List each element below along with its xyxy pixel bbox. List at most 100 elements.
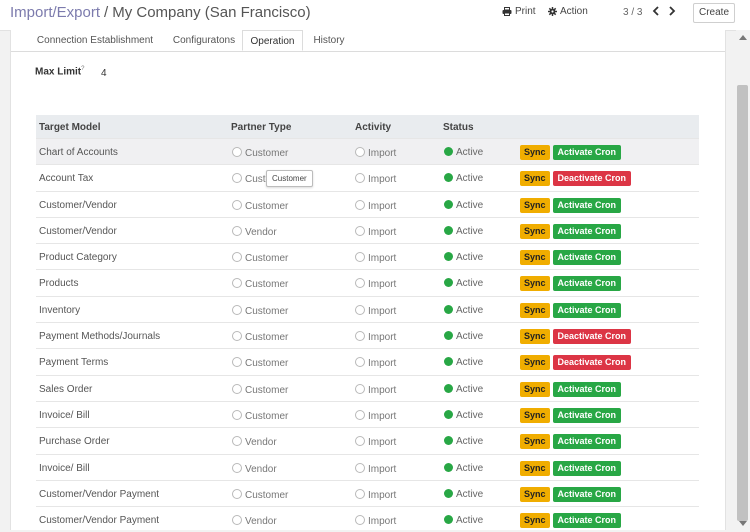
radio-icon[interactable] xyxy=(355,225,365,236)
activity-cell[interactable]: Import xyxy=(355,304,396,317)
sync-button[interactable]: Sync xyxy=(520,197,550,213)
table-row[interactable]: Purchase Order Vendor Import Active Sync Acti… xyxy=(36,427,699,453)
partner-type-cell[interactable]: Customer xyxy=(232,252,288,264)
activate-cron-button[interactable]: Activate Cron xyxy=(552,276,622,292)
radio-icon[interactable] xyxy=(355,515,365,526)
sync-button[interactable]: Sync xyxy=(520,302,550,318)
radio-icon[interactable] xyxy=(232,199,242,210)
table-row[interactable]: Product Category Customer Import Active Sync… xyxy=(36,243,699,269)
radio-icon[interactable] xyxy=(232,462,242,473)
radio-icon[interactable] xyxy=(232,488,242,499)
radio-icon[interactable] xyxy=(355,147,365,157)
column-header-activity[interactable]: Activity xyxy=(355,122,391,133)
activity-cell[interactable]: Import xyxy=(355,357,396,369)
action-button[interactable]: Action xyxy=(548,6,588,17)
table-row[interactable]: Customer/Vendor Vendor Import Active Sync Act… xyxy=(36,216,699,243)
partner-type-cell[interactable]: Customer xyxy=(232,304,288,317)
deactivate-cron-button[interactable]: Deactivate Cron xyxy=(552,329,632,345)
partner-type-cell[interactable]: Customer xyxy=(232,488,288,501)
table-row[interactable]: Products Customer Import Active Sync Activate… xyxy=(36,269,699,295)
tab-connection-establishment[interactable]: Connection Establishment xyxy=(34,30,156,51)
table-row[interactable]: Payment Terms Customer Import Active Sync Dea… xyxy=(36,348,699,374)
radio-icon[interactable] xyxy=(232,383,242,394)
partner-type-cell[interactable]: Customer xyxy=(232,357,288,369)
activate-cron-button[interactable]: Activate Cron xyxy=(552,223,622,239)
activity-cell[interactable]: Import xyxy=(355,147,396,159)
activate-cron-button[interactable]: Activate Cron xyxy=(552,407,622,423)
sync-button[interactable]: Sync xyxy=(520,223,550,239)
help-icon[interactable]: ? xyxy=(81,66,84,72)
radio-icon[interactable] xyxy=(232,225,242,236)
radio-icon[interactable] xyxy=(355,199,365,210)
activity-cell[interactable]: Import xyxy=(355,436,396,448)
sync-button[interactable]: Sync xyxy=(520,171,550,187)
partner-type-cell[interactable]: Vendor xyxy=(232,515,277,527)
radio-icon[interactable] xyxy=(355,278,365,289)
activity-cell[interactable]: Import xyxy=(355,409,396,422)
table-row[interactable]: Invoice/ Bill Vendor Import Active Sync Activ… xyxy=(36,453,699,480)
activate-cron-button[interactable]: Activate Cron xyxy=(552,486,622,502)
breadcrumb-parent-link[interactable]: Import/Export xyxy=(10,4,100,21)
activity-cell[interactable]: Import xyxy=(355,515,396,527)
table-row[interactable]: Customer/Vendor Payment Vendor Import Activ… xyxy=(36,506,699,532)
radio-icon[interactable] xyxy=(355,304,365,315)
sync-button[interactable]: Sync xyxy=(520,407,550,423)
column-header-partner-type[interactable]: Partner Type xyxy=(231,122,291,133)
scrollbar-thumb[interactable] xyxy=(737,85,748,521)
pager-value[interactable]: 3 / 3 xyxy=(623,7,642,18)
sync-button[interactable]: Sync xyxy=(520,145,550,160)
sync-button[interactable]: Sync xyxy=(520,250,550,266)
radio-icon[interactable] xyxy=(355,173,365,184)
pager-next-button[interactable] xyxy=(668,4,676,19)
activity-cell[interactable]: Import xyxy=(355,488,396,501)
radio-icon[interactable] xyxy=(355,436,365,447)
radio-icon[interactable] xyxy=(355,252,365,263)
radio-icon[interactable] xyxy=(232,409,242,420)
tab-operation[interactable]: Operation xyxy=(242,30,303,51)
activate-cron-button[interactable]: Activate Cron xyxy=(552,513,622,529)
activity-cell[interactable]: Import xyxy=(355,173,396,185)
sync-button[interactable]: Sync xyxy=(520,381,550,397)
radio-icon[interactable] xyxy=(232,436,242,447)
radio-icon[interactable] xyxy=(232,252,242,263)
activity-cell[interactable]: Import xyxy=(355,225,396,238)
sync-button[interactable]: Sync xyxy=(520,329,550,345)
radio-icon[interactable] xyxy=(355,357,365,368)
partner-type-cell[interactable]: Customer xyxy=(232,278,288,290)
table-row[interactable]: Customer/Vendor Customer Import Active Sync A… xyxy=(36,190,699,217)
deactivate-cron-button[interactable]: Deactivate Cron xyxy=(552,171,632,187)
table-row[interactable]: Account Tax Custo Import Active Sync Deactiva… xyxy=(36,164,699,190)
pager-previous-button[interactable] xyxy=(652,4,660,19)
max-limit-value[interactable]: 4 xyxy=(101,68,107,79)
radio-icon[interactable] xyxy=(355,462,365,473)
partner-type-cell[interactable]: Customer xyxy=(232,409,288,422)
radio-icon[interactable] xyxy=(355,331,365,342)
activity-cell[interactable]: Import xyxy=(355,462,396,475)
table-row[interactable]: Invoice/ Bill Customer Import Active Sync Act… xyxy=(36,400,699,427)
radio-icon[interactable] xyxy=(232,357,242,368)
sync-button[interactable]: Sync xyxy=(520,513,550,529)
partner-type-cell[interactable]: Vendor xyxy=(232,462,277,475)
column-header-target-model[interactable]: Target Model xyxy=(39,122,100,133)
scroll-down-arrow-icon[interactable] xyxy=(739,521,747,526)
partner-type-cell[interactable]: Customer xyxy=(232,331,288,343)
create-button[interactable]: Create xyxy=(693,3,735,23)
activity-cell[interactable]: Import xyxy=(355,252,396,264)
partner-type-cell[interactable]: Vendor xyxy=(232,225,277,238)
activate-cron-button[interactable]: Activate Cron xyxy=(552,197,622,213)
table-row[interactable]: Sales Order Customer Import Active Sync Activ… xyxy=(36,374,699,401)
scroll-up-arrow-icon[interactable] xyxy=(739,35,747,40)
partner-type-cell[interactable]: Customer xyxy=(232,147,288,159)
tab-configurations[interactable]: Configuratons xyxy=(168,30,240,51)
activate-cron-button[interactable]: Activate Cron xyxy=(552,302,622,318)
sync-button[interactable]: Sync xyxy=(520,460,550,476)
deactivate-cron-button[interactable]: Deactivate Cron xyxy=(552,355,632,371)
radio-icon[interactable] xyxy=(232,515,242,526)
table-row[interactable]: Payment Methods/Journals Customer Import Ac… xyxy=(36,322,699,348)
sync-button[interactable]: Sync xyxy=(520,355,550,371)
activity-cell[interactable]: Import xyxy=(355,331,396,343)
table-row[interactable]: Chart of Accounts Customer Import Active Syn… xyxy=(36,138,699,165)
radio-icon[interactable] xyxy=(232,147,242,157)
radio-icon[interactable] xyxy=(232,173,242,184)
radio-icon[interactable] xyxy=(355,409,365,420)
